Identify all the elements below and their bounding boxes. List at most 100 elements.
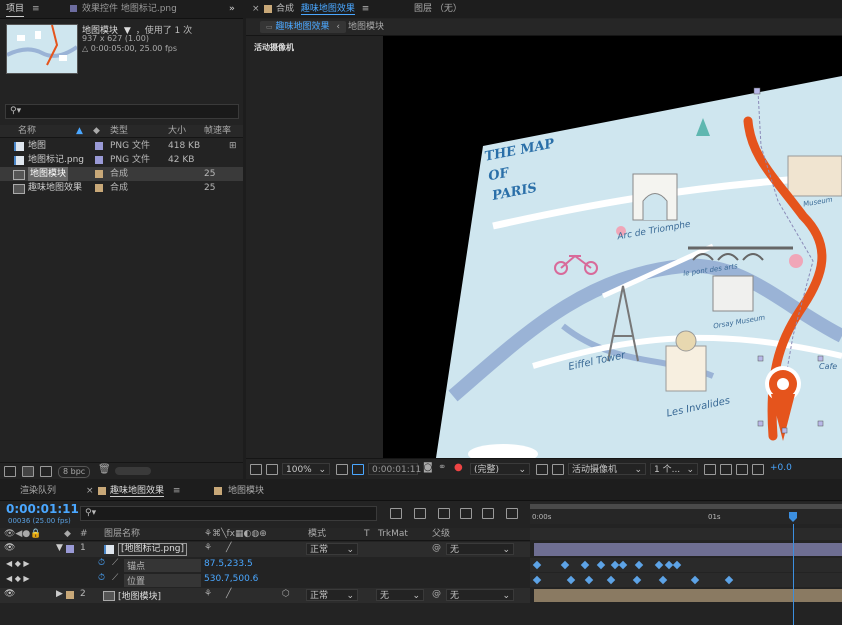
comp-mini-flowchart-icon[interactable] — [390, 508, 402, 519]
fast-preview-icon[interactable] — [704, 464, 716, 475]
keyframe-marker[interactable] — [560, 560, 570, 570]
parent-dropdown[interactable]: 无 ⌄ — [446, 543, 514, 555]
panel-overflow-icon[interactable]: » — [229, 2, 235, 16]
layer-name[interactable]: [地图标记.png] — [118, 543, 188, 556]
quality-switch-icon[interactable]: ╱ — [226, 543, 231, 553]
label-color-swatch[interactable] — [66, 591, 74, 599]
tab-timeline-other[interactable]: 地图模块 — [214, 484, 264, 498]
column-header-mode[interactable]: 模式 — [308, 528, 326, 540]
timecode-field[interactable]: 0:00:01:11 — [368, 463, 421, 475]
resolution-dropdown[interactable]: (完整) ⌄ — [470, 463, 530, 475]
expand-triangle-icon[interactable]: ▼ — [56, 543, 63, 553]
keyframe-marker[interactable] — [658, 575, 668, 585]
frame-blending-icon[interactable] — [460, 508, 472, 519]
stopwatch-icon[interactable]: ⏱ — [98, 558, 105, 568]
keyframe-marker[interactable] — [618, 560, 628, 570]
tab-effects-controls[interactable]: 效果控件 地图标记.png — [70, 2, 177, 16]
keyframe-marker[interactable] — [654, 560, 664, 570]
keyframe-marker[interactable] — [532, 560, 542, 570]
graph-editor-icon[interactable] — [506, 508, 518, 519]
shy-switch-icon[interactable]: ⚘ — [204, 543, 212, 553]
graph-icon[interactable]: ⟋ — [112, 573, 118, 583]
breadcrumb-current[interactable]: ▭ 趣味地图效果 ‹ — [260, 21, 346, 33]
column-header-size[interactable]: 大小 — [168, 125, 186, 137]
current-timecode[interactable]: 0:00:01:11 — [6, 502, 79, 516]
label-color-swatch[interactable] — [95, 156, 103, 164]
region-of-interest-icon[interactable] — [536, 464, 548, 475]
spiral-pickwhip-icon[interactable]: @ — [432, 589, 441, 599]
3d-layer-icon[interactable]: ⬡ — [282, 589, 290, 599]
keyframe-marker[interactable] — [580, 560, 590, 570]
safe-margins-icon[interactable] — [336, 464, 348, 475]
project-item-row[interactable]: 地图标记.png PNG 文件 42 KB — [0, 153, 243, 167]
keyframe-marker[interactable] — [724, 575, 734, 585]
camera-snapshot-icon[interactable]: ◙ — [423, 462, 433, 473]
comp-flowchart-icon[interactable] — [736, 464, 748, 475]
keyframe-marker[interactable] — [632, 575, 642, 585]
playhead-line[interactable] — [793, 524, 794, 625]
keyframe-marker[interactable] — [566, 575, 576, 585]
work-area-bar[interactable] — [530, 504, 842, 509]
eye-icon[interactable]: 👁 — [4, 589, 15, 599]
property-row[interactable]: ◀ ◆ ▶ ⏱ ⟋ 位置 530.7,500.6 — [0, 573, 530, 587]
vr-icon[interactable] — [266, 464, 278, 475]
keyframe-marker[interactable] — [672, 560, 682, 570]
property-value[interactable]: 530.7,500.6 — [204, 574, 258, 584]
project-search-input[interactable]: ⚲▾ — [5, 104, 239, 119]
keyframe-nav-icon[interactable]: ◀ ◆ ▶ — [6, 559, 30, 568]
keyframe-nav-icon[interactable]: ◀ ◆ ▶ — [6, 574, 30, 583]
layer-bar[interactable] — [534, 543, 842, 556]
tab-timeline-active[interactable]: 趣味地图效果 ≡ — [98, 484, 180, 498]
channel-rgb-icon[interactable]: ● — [454, 462, 463, 473]
show-snapshot-icon[interactable]: ⚭ — [438, 462, 446, 473]
close-tab-icon[interactable]: × — [252, 2, 260, 16]
collapse-triangle-icon[interactable]: ▶ — [56, 589, 63, 599]
keyframe-marker[interactable] — [596, 560, 606, 570]
tab-render-queue[interactable]: 渲染队列 — [20, 484, 56, 498]
tab-project[interactable]: 项目 — [6, 2, 25, 17]
label-color-swatch[interactable] — [95, 184, 103, 192]
graph-icon[interactable]: ⟋ — [112, 558, 118, 568]
breadcrumb-item[interactable]: 地图模块 — [348, 21, 384, 33]
layer-name[interactable]: [地图模块] — [118, 589, 161, 602]
sort-ascending-icon[interactable]: ▲ — [76, 125, 83, 137]
panel-menu-icon[interactable]: ≡ — [173, 486, 181, 496]
transparency-grid-icon[interactable] — [552, 464, 564, 475]
comp-viewer-canvas[interactable]: THE MAP OF PARIS Arc de Triomphe le pont… — [383, 36, 842, 458]
column-header-name[interactable]: 名称 — [18, 125, 36, 137]
blend-mode-dropdown[interactable]: 正常 ⌄ — [306, 589, 358, 601]
time-ruler[interactable]: 0:00s 01s — [530, 502, 842, 524]
project-item-row-selected[interactable]: 地图模块 合成 25 — [0, 167, 243, 181]
tab-composition[interactable]: 合成 趣味地图效果 ≡ — [264, 2, 369, 16]
keyframe-marker[interactable] — [690, 575, 700, 585]
keyframe-marker[interactable] — [532, 575, 542, 585]
keyframe-marker[interactable] — [606, 575, 616, 585]
camera-view-dropdown[interactable]: 活动摄像机 ⌄ — [568, 463, 646, 475]
panel-menu-icon[interactable]: ≡ — [362, 4, 370, 14]
keyframe-marker[interactable] — [634, 560, 644, 570]
spiral-pickwhip-icon[interactable]: @ — [432, 543, 441, 553]
stopwatch-icon[interactable]: ⏱ — [98, 573, 105, 583]
motion-blur-icon[interactable] — [482, 508, 494, 519]
zoom-dropdown[interactable]: 100% ⌄ — [282, 463, 330, 475]
column-header-layer-name[interactable]: 图层名称 — [104, 528, 140, 540]
tab-layer-viewer[interactable]: 图层 （无） — [414, 2, 462, 16]
column-header-type[interactable]: 类型 — [110, 125, 128, 137]
quality-switch-icon[interactable]: ╱ — [226, 589, 231, 599]
view-layout-dropdown[interactable]: 1 个... ⌄ — [650, 463, 698, 475]
mask-visibility-icon[interactable] — [352, 464, 364, 475]
column-header-parent[interactable]: 父级 — [432, 528, 450, 540]
parent-dropdown[interactable]: 无 ⌄ — [446, 589, 514, 601]
panel-menu-icon[interactable]: ≡ — [32, 2, 40, 16]
layer-row[interactable]: 👁 ▼ 1 [地图标记.png] ⚘ ╱ 正常 ⌄ @ 无 ⌄ — [0, 542, 530, 557]
reset-exposure-icon[interactable] — [752, 464, 764, 475]
property-row[interactable]: ◀ ◆ ▶ ⏱ ⟋ 锚点 87.5,233.5 — [0, 558, 530, 572]
label-tag-icon[interactable]: ◆ — [93, 125, 100, 137]
exposure-value[interactable]: +0.0 — [770, 463, 792, 473]
new-folder-icon[interactable] — [22, 466, 34, 477]
property-value[interactable]: 87.5,233.5 — [204, 559, 253, 569]
always-preview-icon[interactable] — [250, 464, 262, 475]
project-scroll-slider[interactable] — [115, 467, 151, 475]
trash-icon[interactable]: 🗑 — [98, 464, 111, 475]
trkmat-dropdown[interactable]: 无 ⌄ — [376, 589, 424, 601]
